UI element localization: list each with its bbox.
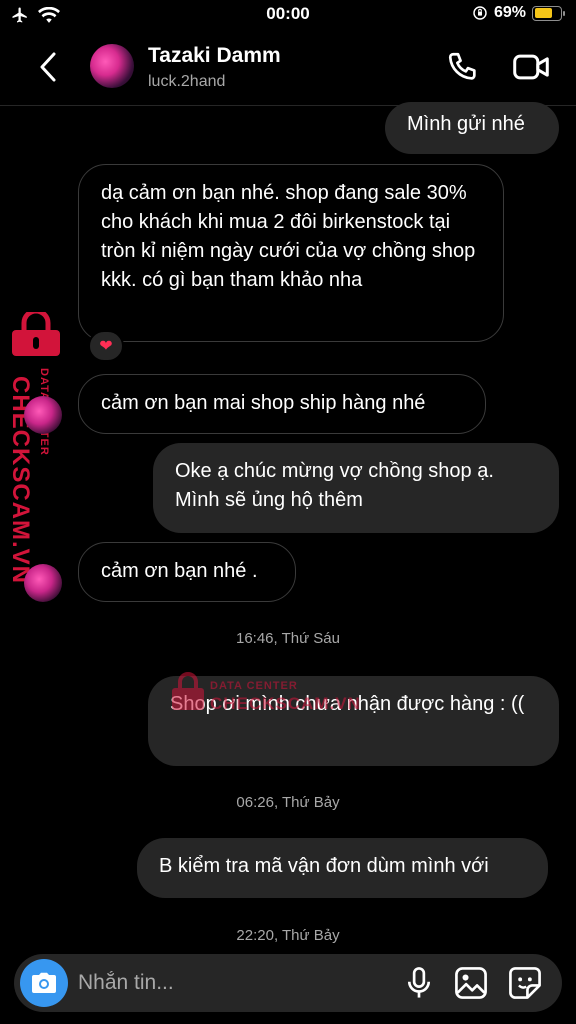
message-text: Oke ạ chúc mừng vợ chồng shop ạ. Mình sẽ… xyxy=(175,460,494,511)
watermark-vertical: CHECKSCAM.VN DATA CENTER xyxy=(4,312,64,584)
chat-header: Tazaki Damm luck.2hand xyxy=(0,30,576,106)
back-button[interactable] xyxy=(34,50,64,84)
status-right: 69% xyxy=(472,4,565,22)
message-bubble-incoming[interactable]: cảm ơn bạn nhé . xyxy=(78,542,296,602)
contact-avatar[interactable] xyxy=(90,44,134,88)
watermark-brand: CHECKSCAM.VN xyxy=(210,694,361,713)
watermark-sub: DATA CENTER xyxy=(210,680,298,692)
chat-screen: 00:00 69% Tazaki Damm luck.2hand CHECKSC… xyxy=(0,0,576,1024)
message-text: cảm ơn bạn mai shop ship hàng nhé xyxy=(101,392,426,414)
message-bubble-incoming[interactable]: cảm ơn bạn mai shop ship hàng nhé xyxy=(78,374,486,434)
watermark-center: DATA CENTER CHECKSCAM.VN xyxy=(170,672,370,718)
battery-percent: 69% xyxy=(493,4,526,21)
phone-call-icon[interactable] xyxy=(446,50,480,84)
gallery-icon[interactable] xyxy=(454,966,488,1000)
heart-reaction-icon[interactable]: ❤ xyxy=(88,330,124,362)
message-input[interactable] xyxy=(78,968,378,998)
message-bubble-outgoing[interactable]: B kiểm tra mã vận đơn dùm mình với xyxy=(137,838,548,898)
message-timestamp: 22:20, Thứ Bảy xyxy=(236,927,340,944)
message-composer xyxy=(14,954,562,1012)
contact-name[interactable]: Tazaki Damm xyxy=(148,44,281,68)
message-timestamp: 06:26, Thứ Bảy xyxy=(236,794,340,811)
video-call-icon[interactable] xyxy=(512,50,550,84)
message-text: cảm ơn bạn nhé . xyxy=(101,560,258,582)
message-timestamp: 16:46, Thứ Sáu xyxy=(235,630,340,647)
lock-logo-icon xyxy=(172,672,204,710)
contact-username[interactable]: luck.2hand xyxy=(148,73,225,91)
camera-button[interactable] xyxy=(20,959,68,1007)
sticker-icon[interactable] xyxy=(508,966,542,1000)
message-bubble-outgoing[interactable]: Oke ạ chúc mừng vợ chồng shop ạ. Mình sẽ… xyxy=(153,443,559,533)
message-text: Mình gửi nhé xyxy=(407,113,525,135)
message-bubble-outgoing[interactable]: Mình gửi nhé xyxy=(385,102,559,154)
lock-logo-icon xyxy=(12,312,60,356)
message-text: dạ cảm ơn bạn nhé. shop đang sale 30% ch… xyxy=(101,182,476,291)
sender-avatar[interactable] xyxy=(24,396,62,434)
sender-avatar[interactable] xyxy=(24,564,62,602)
battery-icon xyxy=(532,5,565,21)
status-bar: 00:00 69% xyxy=(0,0,576,30)
camera-icon xyxy=(32,972,56,993)
message-text: B kiểm tra mã vận đơn dùm mình với xyxy=(159,855,489,877)
orientation-lock-icon xyxy=(473,6,487,20)
microphone-icon[interactable] xyxy=(404,966,434,1000)
message-bubble-incoming[interactable]: dạ cảm ơn bạn nhé. shop đang sale 30% ch… xyxy=(78,164,504,342)
